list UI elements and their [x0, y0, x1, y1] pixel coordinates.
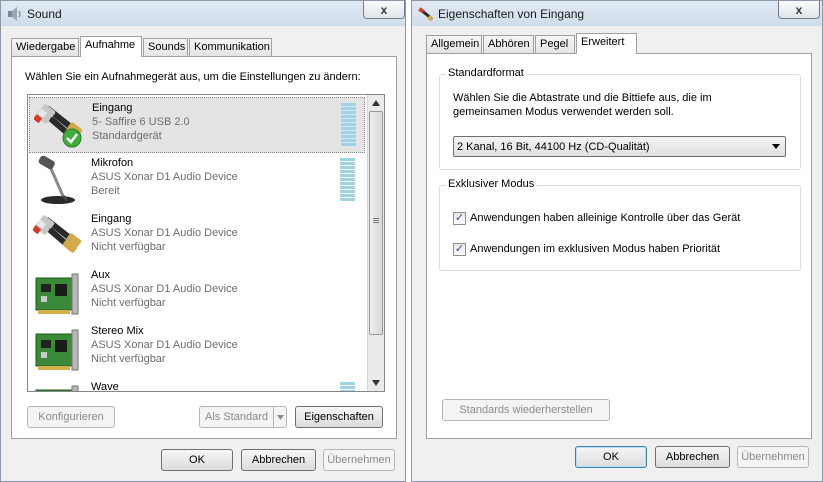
default-format-group: Standardformat Wählen Sie die Abtastrate… — [439, 67, 801, 170]
list-item[interactable]: Aux ASUS Xonar D1 Audio Device Nicht ver… — [29, 265, 365, 321]
tab-aufnahme[interactable]: Aufnahme — [80, 36, 142, 57]
tab-kommunikation[interactable]: Kommunikation — [189, 38, 272, 56]
device-name: Eingang — [91, 213, 132, 225]
sample-rate-value: 2 Kanal, 16 Bit, 44100 Hz (CD-Qualität) — [457, 141, 650, 153]
sound-tabs: Wiedergabe Aufnahme Sounds Kommunikation — [11, 36, 391, 57]
set-default-button[interactable]: Als Standard — [199, 406, 274, 428]
recording-panel: Wählen Sie ein Aufnahmegerät aus, um die… — [11, 56, 397, 439]
device-driver: ASUS Xonar D1 Audio Device — [91, 171, 238, 183]
scroll-down-arrow-icon[interactable] — [371, 379, 381, 387]
properties-window: Eigenschaften von Eingang x Allgemein Ab… — [411, 0, 823, 482]
device-driver: ASUS Xonar D1 Audio Device — [91, 283, 238, 295]
tab-allgemein[interactable]: Allgemein — [426, 35, 482, 53]
advanced-panel: Standardformat Wählen Sie die Abtastrate… — [426, 53, 812, 439]
device-name: Mikrofon — [91, 157, 134, 169]
tab-wiedergabe[interactable]: Wiedergabe — [11, 38, 79, 56]
close-icon: x — [380, 2, 388, 17]
sound-window-title: Sound — [27, 7, 62, 21]
properties-tabs: Allgemein Abhören Pegel Erweitert — [426, 33, 806, 54]
tab-erweitert[interactable]: Erweitert — [576, 33, 637, 54]
sound-card-icon — [35, 385, 79, 391]
rca-cable-icon — [33, 215, 82, 253]
sound-titlebar[interactable]: Sound x — [1, 1, 405, 26]
device-list[interactable]: Eingang 5- Saffire 6 USB 2.0 Standardger… — [27, 94, 385, 392]
device-status: Nicht verfügbar — [91, 297, 166, 309]
sample-rate-select[interactable]: 2 Kanal, 16 Bit, 44100 Hz (CD-Qualität) — [453, 136, 786, 157]
sound-ok-button[interactable]: OK — [161, 449, 233, 471]
exclusive-mode-group: Exklusiver Modus ✓ Anwendungen haben all… — [439, 178, 801, 271]
exclusive-control-checkbox[interactable]: ✓ — [453, 212, 466, 225]
properties-apply-button[interactable]: Übernehmen — [737, 446, 809, 468]
speaker-icon — [8, 7, 21, 21]
sound-card-icon — [35, 273, 79, 315]
exclusive-priority-label[interactable]: Anwendungen im exklusiven Modus haben Pr… — [470, 243, 720, 255]
device-status: Nicht verfügbar — [91, 241, 166, 253]
exclusive-priority-checkbox[interactable]: ✓ — [453, 243, 466, 256]
rca-cable-icon — [418, 7, 434, 22]
sound-close-button[interactable]: x — [363, 1, 405, 19]
tab-pegel[interactable]: Pegel — [535, 35, 575, 53]
list-item[interactable]: Eingang 5- Saffire 6 USB 2.0 Standardger… — [29, 97, 365, 153]
device-name: Aux — [91, 269, 110, 281]
chevron-down-icon — [772, 144, 780, 149]
device-name: Wave — [91, 381, 119, 392]
device-status: Standardgerät — [92, 130, 162, 142]
level-meter — [340, 158, 355, 202]
chevron-down-icon — [276, 414, 284, 420]
properties-button[interactable]: Eigenschaften — [295, 406, 383, 428]
sound-card-icon — [35, 329, 79, 371]
device-driver: ASUS Xonar D1 Audio Device — [91, 227, 238, 239]
properties-ok-button[interactable]: OK — [575, 446, 647, 468]
list-item[interactable]: Wave — [29, 377, 365, 392]
device-status: Nicht verfügbar — [91, 353, 166, 365]
level-meter — [340, 382, 355, 391]
exclusive-mode-title: Exklusiver Modus — [446, 178, 537, 190]
scroll-up-arrow-icon[interactable] — [371, 99, 381, 107]
device-driver: 5- Saffire 6 USB 2.0 — [92, 116, 190, 128]
exclusive-control-label[interactable]: Anwendungen haben alleinige Kontrolle üb… — [470, 212, 740, 224]
list-item[interactable]: Mikrofon ASUS Xonar D1 Audio Device Bere… — [29, 153, 365, 209]
list-item[interactable]: Stereo Mix ASUS Xonar D1 Audio Device Ni… — [29, 321, 365, 377]
sound-window: Sound x Wiedergabe Aufnahme Sounds Kommu… — [0, 0, 406, 482]
device-list-scrollbar[interactable] — [367, 95, 384, 391]
set-default-dropdown[interactable] — [273, 406, 287, 428]
configure-button[interactable]: Konfigurieren — [27, 406, 115, 428]
restore-defaults-button[interactable]: Standards wiederherstellen — [442, 399, 610, 421]
instruction-text: Wählen Sie ein Aufnahmegerät aus, um die… — [25, 71, 361, 83]
default-format-description: Wählen Sie die Abtastrate und die Bittie… — [453, 92, 712, 118]
properties-cancel-button[interactable]: Abbrechen — [655, 446, 730, 468]
device-driver: ASUS Xonar D1 Audio Device — [91, 339, 238, 351]
default-device-check-icon — [62, 128, 82, 148]
tab-abhoeren[interactable]: Abhören — [483, 35, 534, 53]
level-meter — [341, 103, 356, 147]
sound-apply-button[interactable]: Übernehmen — [323, 449, 395, 471]
sound-cancel-button[interactable]: Abbrechen — [241, 449, 316, 471]
properties-titlebar[interactable]: Eigenschaften von Eingang x — [412, 1, 822, 26]
device-status: Bereit — [91, 185, 120, 197]
device-name: Stereo Mix — [91, 325, 144, 337]
properties-close-button[interactable]: x — [778, 1, 820, 19]
properties-window-title: Eigenschaften von Eingang — [438, 7, 585, 21]
microphone-icon — [38, 156, 75, 204]
scroll-thumb[interactable] — [369, 111, 383, 335]
list-item[interactable]: Eingang ASUS Xonar D1 Audio Device Nicht… — [29, 209, 365, 265]
tab-sounds[interactable]: Sounds — [143, 38, 188, 56]
close-icon: x — [795, 2, 803, 17]
default-format-title: Standardformat — [446, 67, 526, 79]
device-name: Eingang — [92, 102, 133, 114]
